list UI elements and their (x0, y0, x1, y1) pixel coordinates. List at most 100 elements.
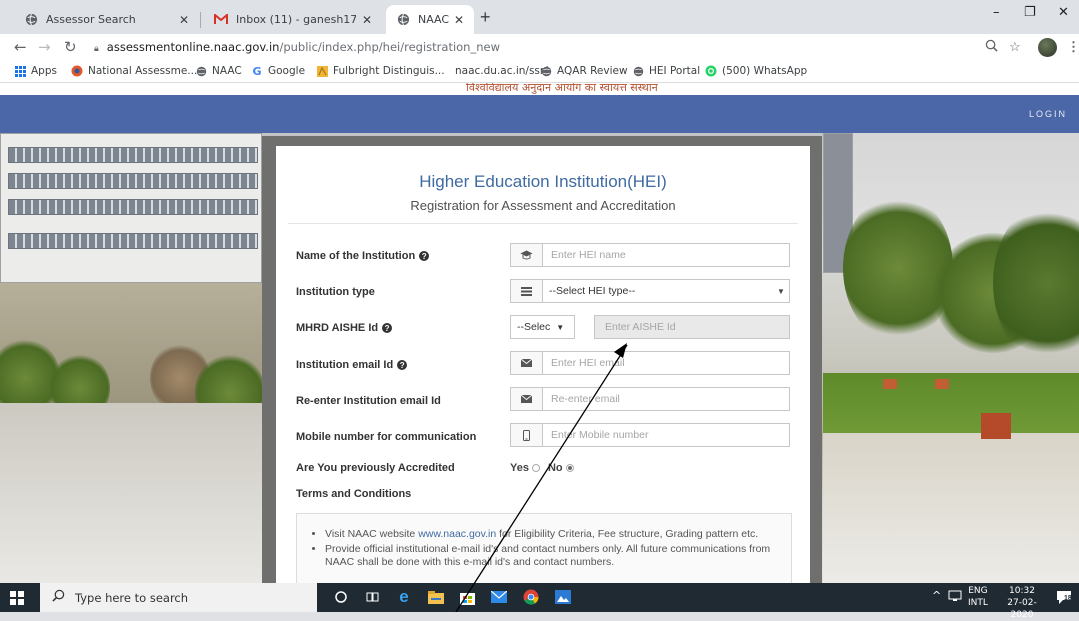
form-title: Higher Education Institution(HEI) (419, 172, 667, 191)
bookmark-label: Fulbright Distinguis... (333, 65, 445, 77)
language-indicator[interactable]: ENG INTL (968, 585, 988, 609)
bookmark-hei-portal[interactable]: HEI Portal (632, 65, 700, 77)
clock[interactable]: 10:32 27-02-2020 (998, 585, 1046, 621)
help-icon[interactable]: ? (382, 323, 393, 333)
bookmark-google[interactable]: G Google (251, 65, 306, 78)
envelope-icon (511, 352, 543, 374)
close-icon[interactable]: ✕ (362, 13, 372, 27)
envelope-icon (511, 388, 543, 410)
taskbar-search[interactable]: Type here to search (40, 583, 317, 612)
label-text: Institution type (296, 286, 375, 298)
globe-icon (632, 65, 644, 77)
window-close-icon[interactable]: ✕ (1058, 5, 1069, 20)
file-explorer-icon[interactable] (427, 588, 445, 606)
url-field[interactable]: 🔒︎ assessmentonline.naac.gov.in/public/in… (94, 40, 500, 54)
bookmark-label: (500) WhatsApp (722, 65, 808, 77)
yes-radio[interactable] (531, 464, 540, 472)
whatsapp-icon (705, 65, 717, 77)
minimize-icon[interactable]: – (993, 5, 1000, 20)
aishe-id-input[interactable] (595, 316, 789, 338)
forward-icon[interactable]: → (38, 38, 51, 56)
login-link[interactable]: LOGIN (1029, 109, 1067, 119)
cortana-icon[interactable] (332, 588, 350, 606)
mail-icon[interactable] (490, 588, 508, 606)
globe-icon (396, 13, 410, 27)
windows-start-icon[interactable] (10, 591, 24, 605)
bookmark-label: Google (268, 65, 306, 77)
bookmark-star-icon[interactable]: ☆ (1009, 39, 1021, 55)
browser-tab-strip: Assessor Search ✕ Inbox (11) - ganesh179… (0, 0, 1079, 34)
task-view-icon[interactable] (363, 588, 381, 606)
menu-kebab-icon[interactable]: ⋮ (1067, 39, 1079, 55)
network-icon[interactable] (948, 590, 962, 605)
globe-icon (195, 65, 207, 77)
keyboard-layout: INTL (968, 598, 988, 608)
back-icon[interactable]: ← (14, 38, 27, 56)
bookmark-label: naac.du.ac.in/ssr/ (455, 65, 548, 77)
institution-type-select[interactable]: --Select HEI type-- (543, 285, 773, 297)
aishe-select-value: --Selec (517, 321, 551, 333)
reenter-email-field (510, 387, 790, 411)
institution-type-label: Institution type (296, 286, 375, 298)
fulbright-icon (316, 65, 328, 77)
bookmark-apps[interactable]: Apps (14, 65, 57, 77)
background-photo-right (823, 133, 1079, 583)
maximize-icon[interactable]: ❐ (1024, 5, 1036, 20)
tab-assessor-search[interactable]: Assessor Search ✕ (14, 5, 199, 34)
divider (288, 223, 798, 224)
no-radio[interactable] (565, 464, 574, 472)
close-icon[interactable]: ✕ (179, 13, 189, 27)
naac-logo-icon (71, 65, 83, 77)
profile-avatar[interactable] (1038, 38, 1057, 57)
institution-email-label: Institution email Id ? (296, 359, 408, 371)
search-icon (52, 589, 65, 606)
terms-box: Visit NAAC website www.naac.gov.in for E… (296, 513, 792, 583)
bookmark-whatsapp[interactable]: (500) WhatsApp (705, 65, 807, 77)
naac-website-link[interactable]: www.naac.gov.in (418, 528, 496, 540)
yes-label: Yes (510, 462, 529, 474)
dropdown-caret-icon: ▼ (556, 322, 565, 332)
zoom-icon[interactable] (985, 39, 998, 55)
bookmark-aqar-review[interactable]: AQAR Review (540, 65, 628, 77)
top-navbar: LOGIN (0, 95, 1079, 133)
chrome-icon[interactable] (522, 588, 540, 606)
action-center-icon[interactable]: 18 (1055, 588, 1073, 606)
apps-grid-icon (14, 65, 26, 77)
globe-icon (24, 13, 38, 27)
dropdown-caret-icon[interactable]: ▼ (773, 287, 789, 296)
bookmark-national-assessment[interactable]: National Assessme... (71, 65, 197, 77)
terms-item: Provide official institutional e-mail id… (325, 543, 785, 569)
tab-gmail-inbox[interactable]: Inbox (11) - ganesh179@gmail.co ✕ (204, 5, 382, 34)
institution-email-input[interactable] (543, 352, 789, 374)
aishe-type-select[interactable]: --Selec ▼ (510, 315, 575, 339)
bookmark-label: National Assessme... (88, 65, 198, 77)
close-icon[interactable]: ✕ (454, 13, 464, 27)
show-hidden-icons[interactable]: ^ (932, 589, 941, 602)
label-text: Are You previously Accredited (296, 462, 455, 474)
store-icon[interactable] (458, 588, 476, 606)
institution-email-field (510, 351, 790, 375)
bookmark-label: AQAR Review (557, 65, 628, 77)
mobile-number-input[interactable] (543, 424, 789, 446)
reload-icon[interactable]: ↻ (64, 38, 77, 56)
bookmark-fulbright[interactable]: Fulbright Distinguis... (316, 65, 445, 77)
mobile-number-label: Mobile number for communication (296, 431, 476, 443)
help-icon[interactable]: ? (397, 360, 408, 370)
no-label: No (547, 462, 563, 474)
new-tab-button[interactable]: + (480, 7, 491, 28)
bookmark-naac[interactable]: NAAC (195, 65, 242, 77)
help-icon[interactable]: ? (419, 251, 430, 261)
edge-icon[interactable]: e (395, 587, 413, 606)
institution-name-input[interactable] (543, 244, 789, 266)
previously-accredited-label: Are You previously Accredited (296, 462, 455, 474)
reenter-email-input[interactable] (543, 388, 789, 410)
bookmark-naac-du[interactable]: naac.du.ac.in/ssr/ (455, 65, 548, 77)
accredited-radio-group: Yes No (510, 462, 582, 474)
label-text: Terms and Conditions (296, 488, 412, 500)
hindi-tagline: विश्वविद्यालय अनुदान आयोग का स्वायत्त सं… (466, 83, 658, 94)
clock-time: 10:32 (1009, 586, 1035, 596)
label-text: MHRD AISHE Id (296, 322, 379, 334)
image-viewer-icon[interactable] (554, 588, 572, 606)
terms-item: Visit NAAC website www.naac.gov.in for E… (325, 528, 785, 541)
tab-naac[interactable]: NAAC ✕ (386, 5, 474, 34)
